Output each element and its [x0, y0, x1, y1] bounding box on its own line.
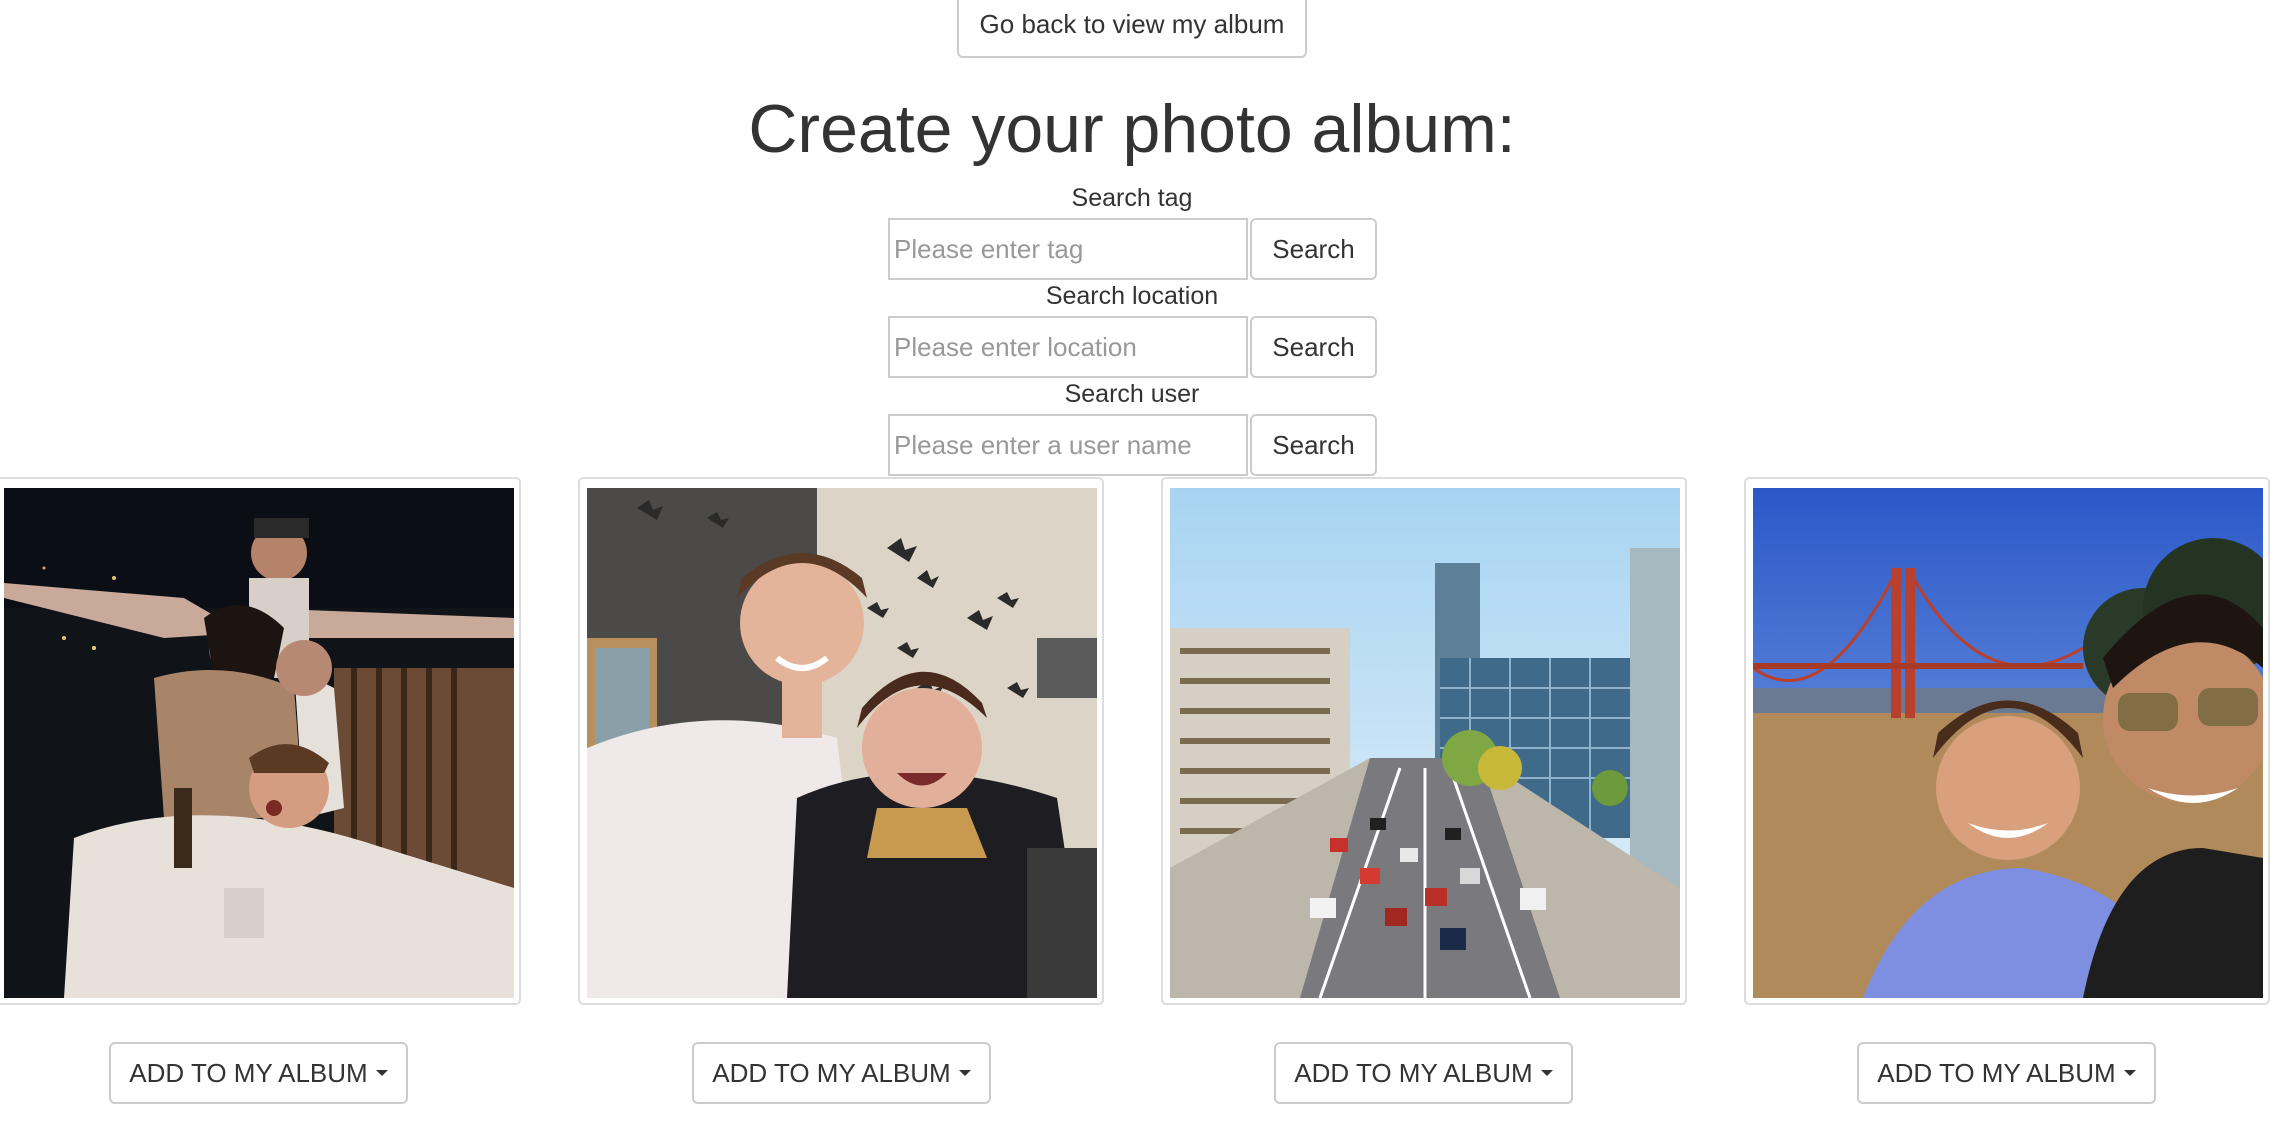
photo-card: [1161, 477, 1687, 1005]
add-to-album-button[interactable]: ADD TO MY ALBUM: [692, 1042, 991, 1104]
search-user-button[interactable]: Search: [1250, 414, 1377, 476]
caret-down-icon: [2123, 1070, 2136, 1076]
add-to-album-label: ADD TO MY ALBUM: [1294, 1057, 1533, 1088]
photo-thumbnail[interactable]: [587, 488, 1097, 998]
page-title: Create your photo album:: [748, 91, 1516, 167]
search-tag-input[interactable]: [888, 218, 1248, 280]
photo-card: [578, 477, 1104, 1005]
search-location-button[interactable]: Search: [1250, 316, 1377, 378]
search-user-input[interactable]: [888, 414, 1248, 476]
add-to-album-button[interactable]: ADD TO MY ALBUM: [109, 1042, 408, 1104]
photo-card: [0, 477, 521, 1005]
search-location-label: Search location: [1045, 282, 1219, 310]
photo-thumbnail[interactable]: [1753, 488, 2263, 998]
photo-card: [1744, 477, 2270, 1005]
search-tag-label: Search tag: [1071, 184, 1193, 212]
photo-album-page: Go back to view my album Create your pho…: [0, 0, 2276, 1138]
add-to-album-label: ADD TO MY ALBUM: [129, 1057, 368, 1088]
add-to-album-label: ADD TO MY ALBUM: [1877, 1057, 2116, 1088]
add-to-album-button[interactable]: ADD TO MY ALBUM: [1274, 1042, 1573, 1104]
photo-thumbnail[interactable]: [1170, 488, 1680, 998]
search-user-label: Search user: [1064, 380, 1200, 408]
add-to-album-label: ADD TO MY ALBUM: [712, 1057, 951, 1088]
add-to-album-button[interactable]: ADD TO MY ALBUM: [1857, 1042, 2156, 1104]
caret-down-icon: [958, 1070, 971, 1076]
back-to-album-button[interactable]: Go back to view my album: [957, 0, 1307, 58]
search-location-input[interactable]: [888, 316, 1248, 378]
caret-down-icon: [375, 1070, 388, 1076]
photo-thumbnail[interactable]: [4, 488, 514, 998]
caret-down-icon: [1540, 1070, 1553, 1076]
search-tag-button[interactable]: Search: [1250, 218, 1377, 280]
